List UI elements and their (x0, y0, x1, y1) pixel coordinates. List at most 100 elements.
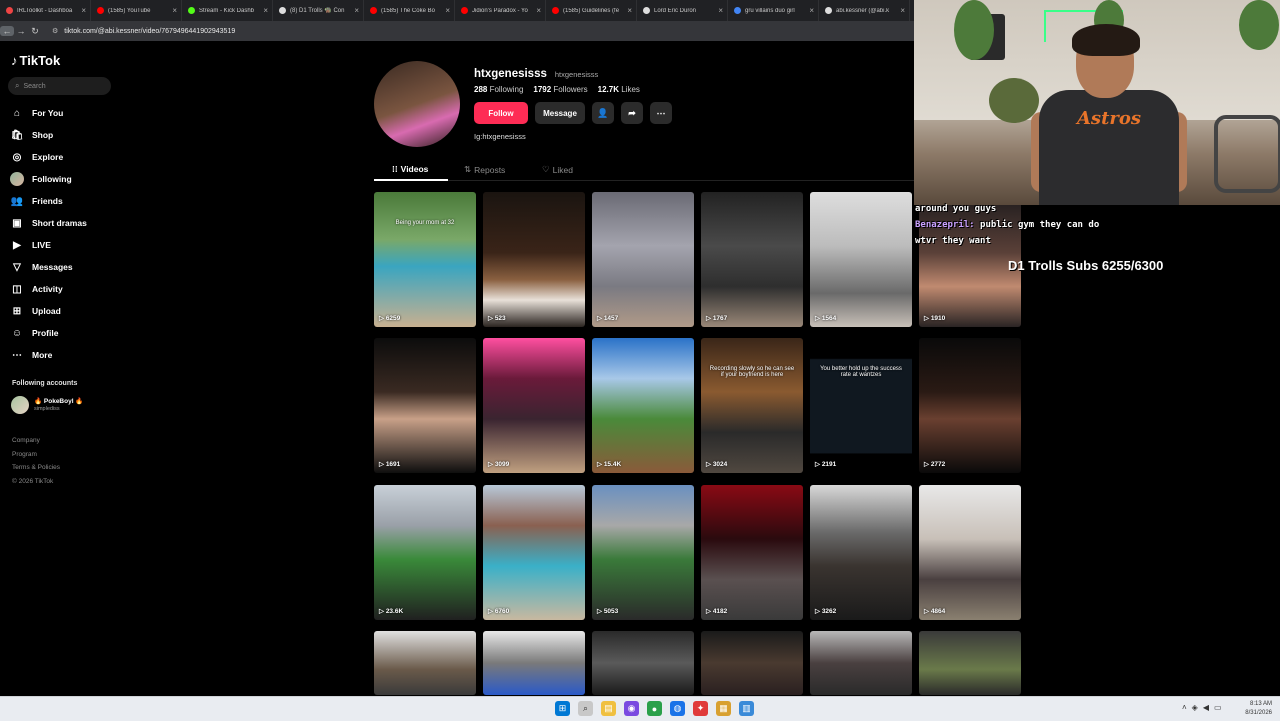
network-icon[interactable]: ◈ (1192, 703, 1198, 712)
video-thumbnail[interactable] (701, 631, 803, 695)
tab-liked[interactable]: ♡ Liked (542, 164, 573, 175)
close-icon[interactable]: × (172, 6, 177, 15)
reload-icon[interactable]: ↻ (28, 26, 42, 37)
windows-taskbar: ⊞ ⌕ ▤ ◉ ● ◍ ✦ ▦ ▥ ˄ ◈ ◀ ▭ 8:13 AM 8/31/2… (0, 696, 1280, 721)
browser-tab[interactable]: (1585) Guidelines (fe × (546, 0, 637, 21)
obs-icon[interactable]: ◉ (624, 701, 639, 716)
close-icon[interactable]: × (354, 6, 359, 15)
sidebar-item-upload[interactable]: ⊞ Upload (10, 300, 87, 322)
app-icon[interactable]: ✦ (693, 701, 708, 716)
video-thumbnail[interactable]: ▷ 523 (483, 192, 585, 327)
search-icon[interactable]: ⌕ (578, 701, 593, 716)
follow-button[interactable]: Follow (474, 102, 528, 124)
sidebar-item-profile[interactable]: ☺ Profile (10, 322, 87, 344)
video-thumbnail[interactable]: ▷ 4864 (919, 485, 1021, 620)
video-thumbnail[interactable] (483, 631, 585, 695)
video-thumbnail[interactable]: ▷ 23.6K (374, 485, 476, 620)
add-friend-icon[interactable]: 👤 (592, 102, 614, 124)
sidebar-item-following[interactable]: Following (10, 168, 87, 190)
sidebar-item-activity[interactable]: ◫ Activity (10, 278, 87, 300)
sidebar-item-short-dramas[interactable]: ▣ Short dramas (10, 212, 87, 234)
video-thumbnail[interactable] (374, 631, 476, 695)
app-icon[interactable]: ▦ (716, 701, 731, 716)
close-icon[interactable]: × (809, 6, 814, 15)
view-count: ▷ 23.6K (379, 607, 403, 615)
profile-avatar[interactable] (374, 61, 460, 147)
following-label: Following (489, 85, 524, 94)
footer-link[interactable]: Program (12, 448, 60, 462)
view-count-value: 2191 (821, 461, 837, 468)
browser-tab[interactable]: gru villains duo girl × (728, 0, 819, 21)
close-icon[interactable]: × (81, 6, 86, 15)
close-icon[interactable]: × (718, 6, 723, 15)
close-icon[interactable]: × (627, 6, 632, 15)
message-button[interactable]: Message (535, 102, 585, 124)
sidebar-item-explore[interactable]: ◎ Explore (10, 146, 87, 168)
footer-link[interactable]: Company (12, 434, 60, 448)
browser-tab[interactable]: IRLToolkit - Dashboa × (0, 0, 91, 21)
tab-videos[interactable]: ⁞⁞ Videos (392, 164, 428, 174)
browser-tab[interactable]: abi.kessner (@abi.k × (819, 0, 910, 21)
following-stat[interactable]: 288 Following (474, 85, 523, 94)
video-thumbnail[interactable]: ▷ 1457 (592, 192, 694, 327)
search-input[interactable]: ⌕ Search (8, 77, 111, 95)
forward-arrow-icon[interactable]: → (14, 26, 28, 36)
video-thumbnail[interactable]: Being your mom at 32 ▷ 6259 (374, 192, 476, 327)
more-options-icon[interactable]: ⋯ (650, 102, 672, 124)
video-thumbnail[interactable]: ▷ 4182 (701, 485, 803, 620)
browser-tab[interactable]: (8) D1 Trolls 🧌 Con × (273, 0, 364, 21)
start-icon[interactable]: ⊞ (555, 701, 570, 716)
site-info-icon[interactable]: ⚙ (52, 27, 58, 35)
video-thumbnail[interactable] (592, 631, 694, 695)
app-icon[interactable]: ● (647, 701, 662, 716)
video-thumbnail[interactable]: ▷ 1564 (810, 192, 912, 327)
close-icon[interactable]: × (536, 6, 541, 15)
tab-label: (1585) The Coke Bo (381, 7, 435, 14)
share-icon[interactable]: ➦ (621, 102, 643, 124)
video-thumbnail[interactable]: You better hold up the success rate at w… (810, 338, 912, 473)
grid-icon: ⁞⁞ (392, 164, 398, 174)
sidebar-item-more[interactable]: ⋯ More (10, 344, 87, 366)
chevron-up-icon[interactable]: ˄ (1182, 703, 1187, 712)
video-thumbnail[interactable]: ▷ 5053 (592, 485, 694, 620)
footer-link[interactable]: Terms & Policies (12, 461, 60, 475)
video-thumbnail[interactable]: ▷ 3262 (810, 485, 912, 620)
video-thumbnail[interactable]: Recording slowly so he can see if your b… (701, 338, 803, 473)
video-thumbnail[interactable]: ▷ 1691 (374, 338, 476, 473)
video-thumbnail[interactable]: ▷ 2772 (919, 338, 1021, 473)
tab-reposts[interactable]: ⇅ Reposts (464, 164, 505, 175)
sidebar-item-live[interactable]: ▶ LIVE (10, 234, 87, 256)
volume-icon[interactable]: ◀ (1203, 703, 1209, 712)
app-icon[interactable]: ▥ (739, 701, 754, 716)
video-thumbnail[interactable]: ▷ 15.4K (592, 338, 694, 473)
browser-tab[interactable]: (1585) The Coke Bo × (364, 0, 455, 21)
followers-stat[interactable]: 1792 Followers (533, 85, 587, 94)
tab-label: (1585) Guidelines (fe (563, 7, 620, 14)
browser-tab[interactable]: Jidion's Paradox - Yo × (455, 0, 546, 21)
video-thumbnail[interactable]: ▷ 3099 (483, 338, 585, 473)
browser-tab[interactable]: (1585) YouTube × (91, 0, 182, 21)
close-icon[interactable]: × (445, 6, 450, 15)
system-clock[interactable]: 8:13 AM 8/31/2026 (1240, 700, 1272, 718)
video-thumbnail[interactable]: ▷ 1767 (701, 192, 803, 327)
back-arrow-icon[interactable]: ← (0, 26, 14, 36)
file-explorer-icon[interactable]: ▤ (601, 701, 616, 716)
tab-favicon (552, 7, 559, 14)
close-icon[interactable]: × (263, 6, 268, 15)
browser-tab[interactable]: Stream - Kick Dashb × (182, 0, 273, 21)
chrome-icon[interactable]: ◍ (670, 701, 685, 716)
play-icon: ▷ (488, 315, 495, 322)
browser-tab[interactable]: Lord Eric Duron × (637, 0, 728, 21)
address-bar[interactable]: ⚙ tiktok.com/@abi.kessner/video/76794964… (52, 27, 235, 36)
video-thumbnail[interactable]: ▷ 6760 (483, 485, 585, 620)
tiktok-logo[interactable]: ♪ TikTok (11, 53, 60, 68)
following-account-item[interactable]: 🔥 PokeBoyl 🔥 simplediss (11, 396, 83, 414)
video-thumbnail[interactable] (919, 631, 1021, 695)
battery-icon[interactable]: ▭ (1214, 703, 1222, 712)
sidebar-item-messages[interactable]: ▽ Messages (10, 256, 87, 278)
video-thumbnail[interactable] (810, 631, 912, 695)
sidebar-item-shop[interactable]: 🛍 Shop (10, 124, 87, 146)
close-icon[interactable]: × (900, 6, 905, 15)
sidebar-item-for-you[interactable]: ⌂ For You (10, 102, 87, 124)
sidebar-item-friends[interactable]: 👥 Friends (10, 190, 87, 212)
